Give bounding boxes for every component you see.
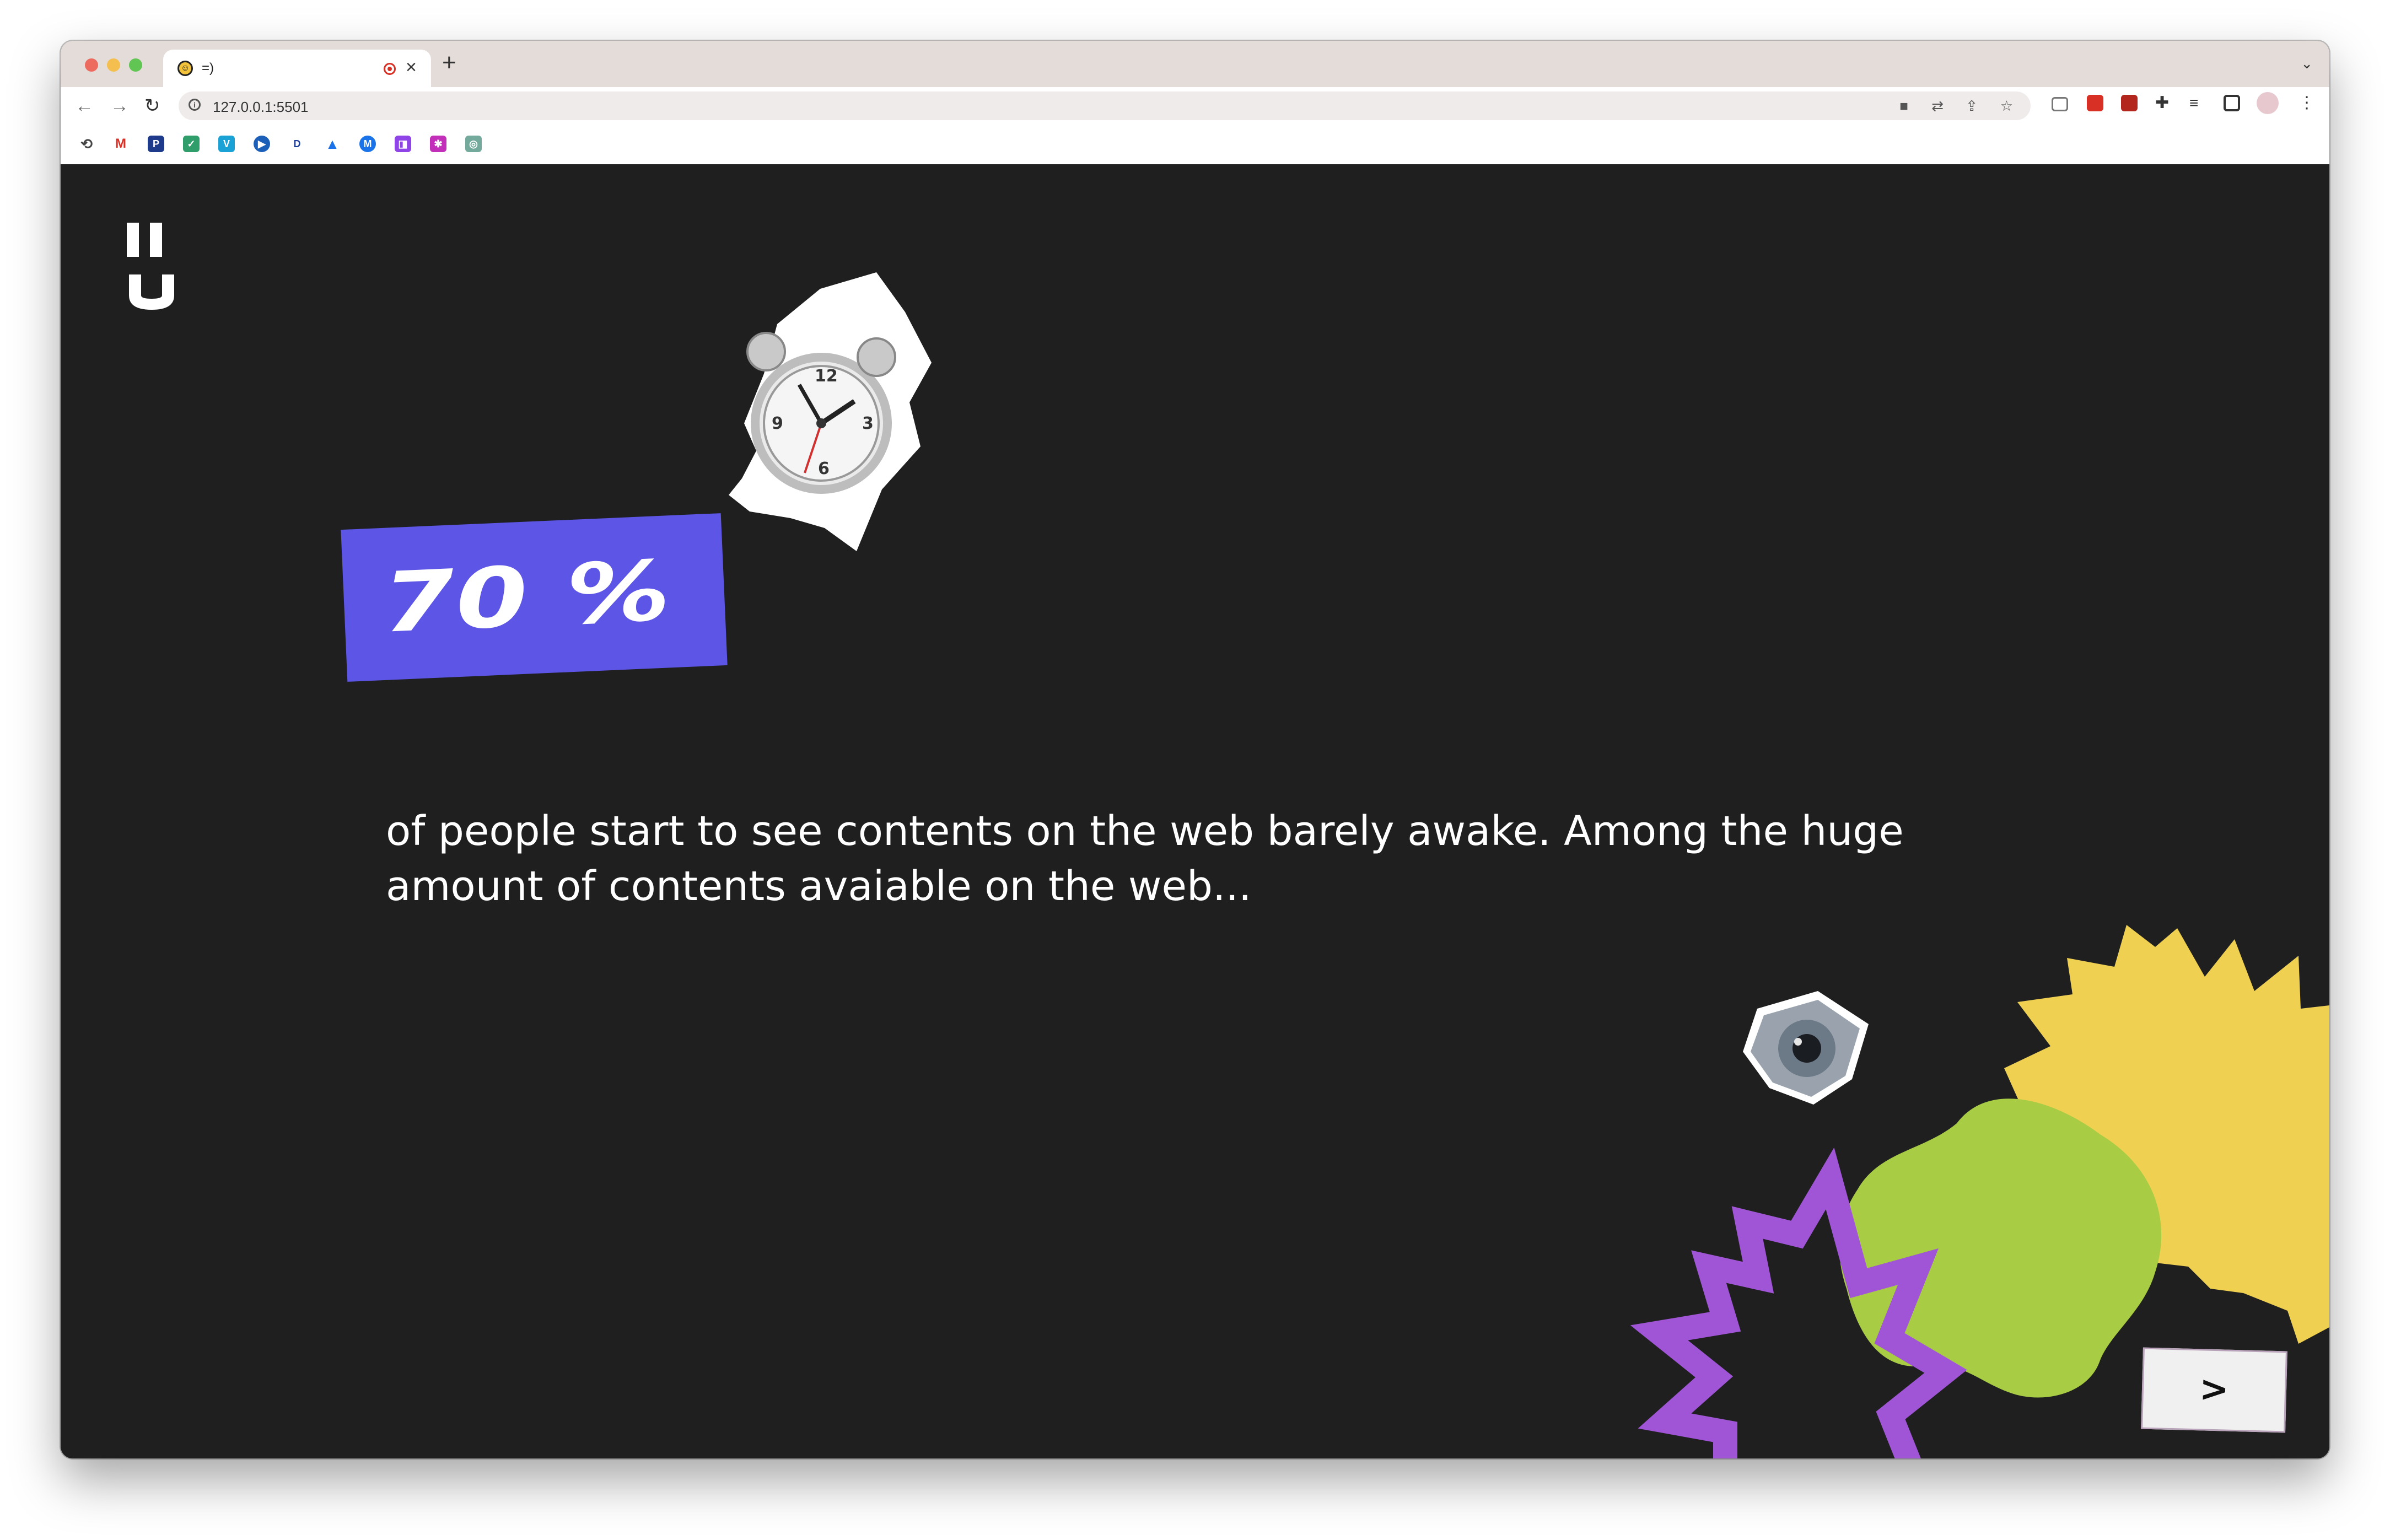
gmail-icon[interactable]: M [112,136,129,152]
minimize-window-button[interactable] [107,58,120,72]
forward-button[interactable]: → [110,94,129,118]
svg-text:9: 9 [772,414,783,433]
page-content: 12 3 6 9 70 % of people start to see con… [61,164,2329,1458]
camera-off-icon[interactable]: ■ [1899,98,1908,115]
flower-icon[interactable]: ✱ [430,136,446,152]
cast-icon[interactable] [2052,97,2068,111]
chevron-down-icon[interactable]: ⌄ [2301,55,2313,72]
check-icon[interactable]: ✓ [183,136,200,152]
svg-text:12: 12 [815,367,838,386]
stat-box: 70 % [341,513,728,682]
history-icon[interactable]: ⟲ [78,136,95,152]
tab-title: =) [202,61,214,76]
alarm-clock-cutout: 12 3 6 9 [729,272,932,551]
m-icon[interactable]: M [359,136,376,152]
profile-avatar[interactable] [2257,92,2279,114]
maximize-window-button[interactable] [129,58,142,72]
eye-cutout [1743,991,1869,1105]
new-tab-button[interactable]: + [442,50,456,76]
p-icon[interactable]: P [148,136,164,152]
twitch-icon[interactable]: ◨ [395,136,411,152]
smiley-icon: ☺ [177,61,193,76]
browser-toolbar: ← → ↻ i 127.0.0.1:5501 ■ ⇄ ⇪ ☆ ✚ ≡ ⋮ [61,87,2329,125]
url-text[interactable]: 127.0.0.1:5501 [213,99,309,116]
svg-text:3: 3 [862,414,874,433]
tab-active[interactable]: ☺ =) × [163,50,431,87]
reload-button[interactable]: ↻ [144,94,160,118]
info-icon[interactable]: i [189,99,201,111]
stat-value: 70 % [380,543,674,651]
share-icon[interactable]: ⇪ [1966,98,1978,115]
browser-window: ☺ =) × + ⌄ ← → ↻ i 127.0.0.1:5501 ■ ⇄ ⇪ … [61,41,2329,1458]
star-icon[interactable]: ☆ [2000,98,2013,115]
translate-icon[interactable]: ⇄ [1931,98,1944,115]
sidebar-icon[interactable] [2224,95,2240,111]
drive-icon[interactable]: ▲ [324,136,341,152]
menu-icon[interactable]: ⋮ [2299,95,2315,111]
disney-icon[interactable]: D [289,136,305,152]
green-blob [1839,1099,2162,1398]
bookmarks-bar: ⟲ M P ✓ V ▶ D ▲ M ◨ ✱ ◎ [61,125,2329,164]
tab-strip: ☺ =) × + ⌄ [61,41,2329,87]
address-bar[interactable]: i 127.0.0.1:5501 ■ ⇄ ⇪ ☆ [179,91,2031,120]
v-icon[interactable]: V [218,136,235,152]
next-button[interactable]: > [2141,1347,2287,1433]
close-tab-icon[interactable]: × [406,56,417,78]
youtube-icon[interactable] [2087,95,2103,111]
reading-list-icon[interactable]: ≡ [2189,95,2206,111]
play-icon[interactable]: ▶ [254,136,270,152]
recording-icon [384,63,396,75]
chatgpt-icon[interactable]: ◎ [465,136,482,152]
intro-text: of people start to see contents on the w… [386,807,1904,910]
puzzle-icon[interactable]: ✚ [2155,95,2172,111]
pdf-icon[interactable] [2121,95,2138,111]
close-window-button[interactable] [85,58,98,72]
back-button[interactable]: ← [75,94,94,118]
svg-text:6: 6 [818,459,830,478]
